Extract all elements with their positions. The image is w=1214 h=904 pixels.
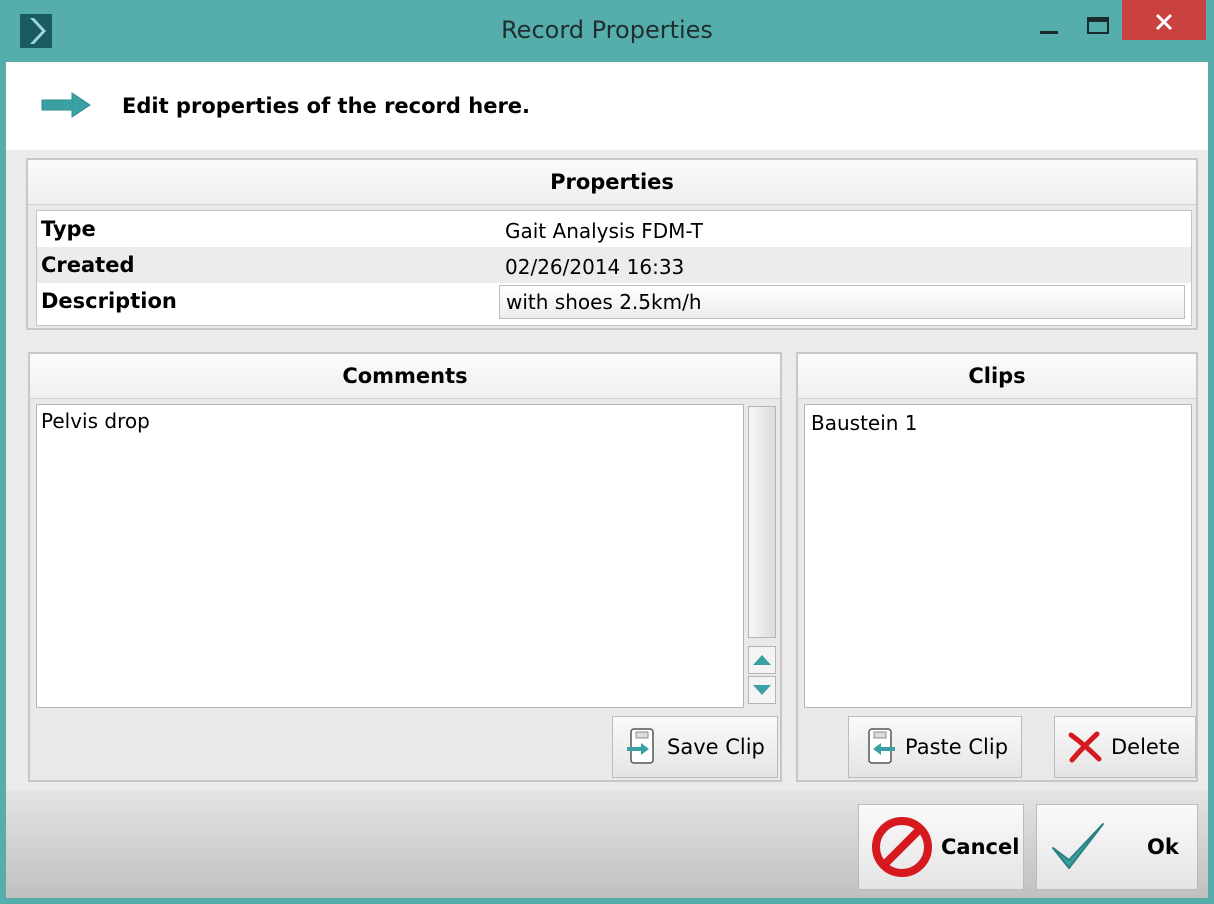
properties-table: Type Gait Analysis FDM-T Created 02/26/2… [36, 210, 1192, 326]
property-value: 02/26/2014 16:33 [505, 255, 685, 279]
clips-list[interactable]: Baustein 1 [804, 404, 1192, 708]
scroll-down-button[interactable] [748, 676, 776, 704]
ok-button[interactable]: Ok [1036, 804, 1198, 890]
property-row-type: Type Gait Analysis FDM-T [37, 211, 1191, 247]
property-label: Created [41, 253, 135, 277]
header-instruction: Edit properties of the record here. [122, 94, 531, 118]
minimize-icon [1040, 31, 1058, 34]
triangle-down-icon [753, 685, 771, 695]
clip-list-item[interactable]: Baustein 1 [811, 411, 1185, 435]
save-clip-label: Save Clip [667, 735, 765, 759]
property-label: Type [41, 217, 96, 241]
title-bar[interactable]: Record Properties [0, 0, 1214, 62]
save-clip-button[interactable]: Save Clip [612, 716, 778, 778]
properties-heading: Properties [28, 160, 1196, 205]
property-row-created: Created 02/26/2014 16:33 [37, 247, 1191, 283]
delete-label: Delete [1111, 735, 1180, 759]
maximize-icon [1087, 17, 1109, 34]
comments-heading: Comments [30, 354, 780, 399]
clip-save-icon [627, 728, 654, 764]
triangle-up-icon [753, 655, 771, 665]
cancel-no-entry-icon [872, 817, 932, 877]
property-value: Gait Analysis FDM-T [505, 219, 704, 243]
minimize-button[interactable] [1026, 0, 1072, 40]
description-field[interactable] [499, 285, 1185, 319]
dialog-header: Edit properties of the record here. [6, 62, 1208, 150]
scrollbar-track[interactable] [748, 406, 776, 638]
dialog-window: Record Properties Edit properties of the… [0, 0, 1214, 904]
property-row-description: Description [37, 283, 1191, 323]
cancel-label: Cancel [941, 835, 1020, 859]
clips-panel: Clips Baustein 1 Paste Clip Delete [796, 352, 1198, 782]
delete-x-icon [1068, 731, 1102, 763]
property-label: Description [41, 289, 177, 313]
clips-heading: Clips [798, 354, 1196, 399]
close-icon [1155, 13, 1173, 31]
cancel-button[interactable]: Cancel [858, 804, 1024, 890]
ok-label: Ok [1147, 835, 1179, 859]
properties-panel: Properties Type Gait Analysis FDM-T Crea… [26, 158, 1198, 330]
comments-panel: Comments Pelvis drop Save Clip [28, 352, 782, 782]
arrow-right-icon [41, 92, 91, 118]
dialog-footer [6, 790, 1208, 898]
comments-scrollbar[interactable] [746, 404, 778, 708]
clip-paste-icon [868, 728, 895, 764]
scroll-up-button[interactable] [748, 646, 776, 674]
maximize-button[interactable] [1076, 0, 1122, 40]
comments-textarea[interactable]: Pelvis drop [36, 404, 744, 708]
delete-button[interactable]: Delete [1054, 716, 1196, 778]
paste-clip-button[interactable]: Paste Clip [848, 716, 1022, 778]
checkmark-icon [1052, 823, 1104, 869]
close-button[interactable] [1122, 0, 1206, 40]
paste-clip-label: Paste Clip [905, 735, 1009, 759]
